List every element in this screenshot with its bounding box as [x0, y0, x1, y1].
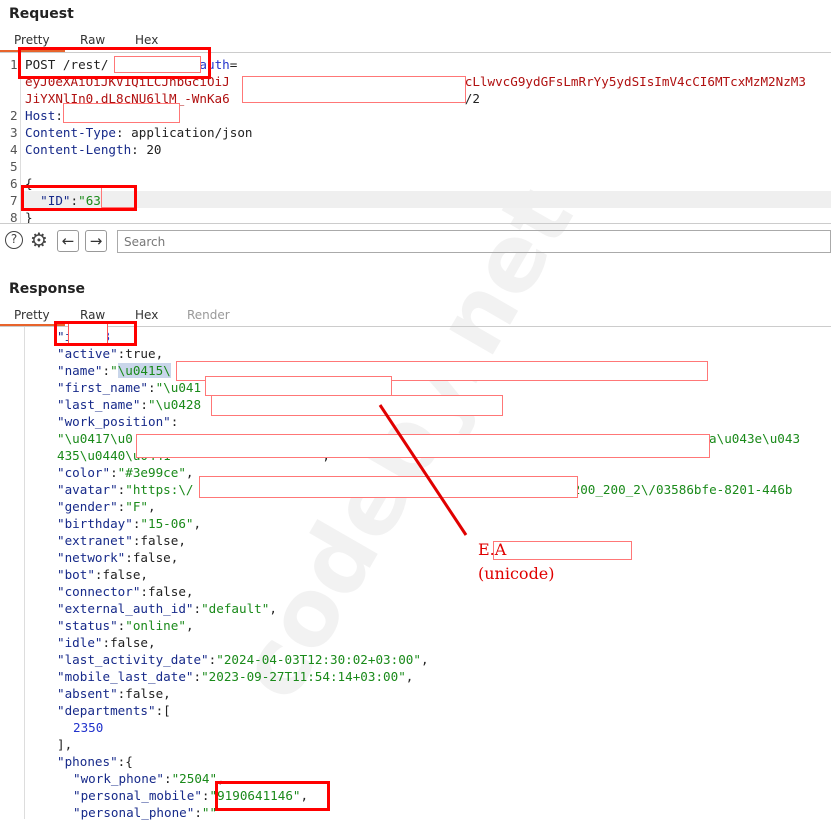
annotation-arrow	[378, 404, 468, 536]
annotation-note: (unicode)	[478, 564, 555, 583]
annotation-label: E.A	[478, 540, 507, 559]
annotation-line	[378, 404, 468, 536]
